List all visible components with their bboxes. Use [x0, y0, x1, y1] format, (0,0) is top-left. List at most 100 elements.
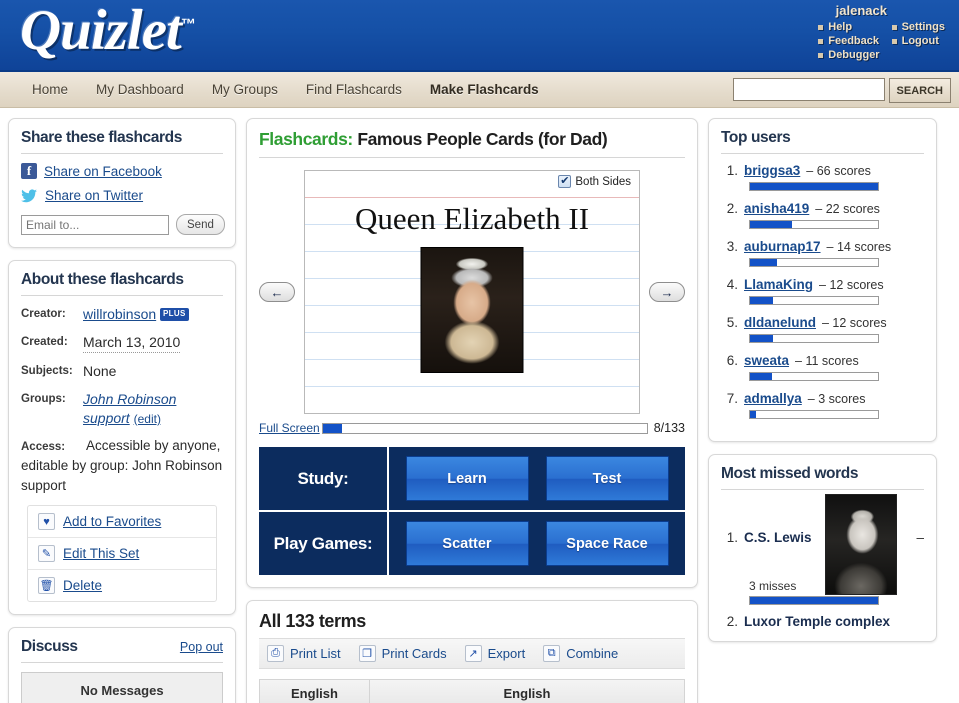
scatter-button[interactable]: Scatter [406, 521, 529, 566]
top-user-line: 1. briggsa3 – 66 scores [721, 163, 924, 178]
full-screen-link[interactable]: Full Screen [259, 421, 320, 435]
both-sides-label: Both Sides [575, 176, 631, 188]
help-label: Help [828, 21, 852, 33]
nav-item-find-flashcards[interactable]: Find Flashcards [292, 82, 416, 97]
set-actions-list: ♥ Add to Favorites ✎ Edit This Set 🗑 Del… [27, 505, 217, 602]
share-facebook-label: Share on Facebook [44, 164, 162, 179]
top-user-name[interactable]: anisha419 [744, 201, 809, 216]
top-user-scores: – 66 scores [806, 164, 871, 178]
flashcard[interactable]: ✔ Both Sides Queen Elizabeth II [304, 170, 640, 414]
nav-item-my-dashboard[interactable]: My Dashboard [82, 82, 198, 97]
pencil-icon: ✎ [38, 545, 55, 562]
top-user-rank: 1. [721, 163, 738, 178]
quizlet-logo[interactable]: Quizlet™ [20, 0, 195, 63]
printer-icon: ⎙ [267, 645, 284, 662]
share-twitter-row[interactable]: Share on Twitter [21, 188, 223, 203]
missed-word-image [825, 494, 897, 595]
user-block: jalenack Help Feedback Debugger Settings… [806, 3, 945, 61]
combine-button[interactable]: ⧉ Combine [543, 645, 618, 662]
test-button[interactable]: Test [546, 456, 669, 501]
trademark-symbol: ™ [181, 16, 195, 33]
feedback-label: Feedback [828, 35, 879, 47]
play-games-label: Play Games: [259, 512, 389, 575]
groups-link[interactable]: John Robinson support [83, 391, 176, 426]
top-user-bar-track [749, 372, 879, 381]
access-row: Access: Accessible by anyone, editable b… [21, 436, 223, 495]
missed-word-line: 1. C.S. Lewis – [721, 499, 924, 575]
send-button[interactable]: Send [176, 214, 225, 235]
missed-item: 1. C.S. Lewis – 3 misses [721, 499, 924, 605]
missed-item: 2. Luxor Temple complex [721, 614, 924, 629]
feedback-link[interactable]: Feedback [818, 35, 879, 47]
top-user-line: 4.LlamaKing– 12 scores [721, 277, 924, 292]
flashcard-viewer: ← ✔ [259, 170, 685, 414]
add-to-favorites-button[interactable]: ♥ Add to Favorites [28, 506, 216, 538]
top-user-item: 1. briggsa3 – 66 scores [721, 163, 924, 191]
logout-label: Logout [902, 35, 939, 47]
top-user-bar-fill [750, 183, 878, 190]
share-facebook-row[interactable]: f Share on Facebook [21, 163, 223, 179]
all-terms-title: All 133 terms [259, 611, 685, 632]
all-terms-panel: All 133 terms ⎙ Print List ❐ Print Cards… [246, 600, 698, 703]
arrow-left-icon[interactable]: ← [259, 282, 295, 302]
terms-col1-header: English [260, 680, 370, 703]
email-input[interactable] [21, 215, 169, 235]
card-margin-line [305, 197, 639, 198]
arrow-right-icon[interactable]: → [649, 282, 685, 302]
creator-link[interactable]: willrobinson [83, 306, 156, 322]
top-user-rank: 2. [721, 201, 738, 216]
print-cards-button[interactable]: ❐ Print Cards [359, 645, 447, 662]
edit-this-set-button[interactable]: ✎ Edit This Set [28, 538, 216, 570]
print-list-button[interactable]: ⎙ Print List [267, 645, 341, 662]
top-user-item: 4.LlamaKing– 12 scores [721, 277, 924, 305]
learn-button[interactable]: Learn [406, 456, 529, 501]
debugger-link[interactable]: Debugger [818, 49, 879, 61]
settings-link[interactable]: Settings [892, 21, 945, 33]
nav-items: Home My Dashboard My Groups Find Flashca… [0, 82, 553, 97]
combine-icon: ⧉ [543, 645, 560, 662]
top-user-name[interactable]: LlamaKing [744, 277, 813, 292]
checkbox-checked-icon: ✔ [558, 175, 571, 188]
missed-word[interactable]: C.S. Lewis [744, 530, 812, 545]
search-input[interactable] [733, 78, 885, 101]
delete-button[interactable]: 🗑 Delete [28, 570, 216, 601]
missed-word[interactable]: Luxor Temple complex [744, 614, 890, 629]
facebook-icon: f [21, 163, 37, 179]
export-label: Export [488, 646, 526, 661]
progress-track[interactable] [322, 423, 648, 434]
top-user-name[interactable]: briggsa3 [744, 163, 800, 178]
top-user-name[interactable]: admallya [744, 391, 802, 406]
main-navbar: Home My Dashboard My Groups Find Flashca… [0, 72, 959, 108]
space-race-button[interactable]: Space Race [546, 521, 669, 566]
help-link[interactable]: Help [818, 21, 879, 33]
flashcard-progress: Full Screen 8/133 [259, 421, 685, 435]
export-icon: ↗ [465, 645, 482, 662]
missed-dash: – [916, 530, 924, 545]
progress-count: 8/133 [654, 421, 685, 435]
top-user-scores: – 12 scores [822, 316, 887, 330]
search-button[interactable]: SEARCH [889, 78, 951, 103]
nav-item-home[interactable]: Home [18, 82, 82, 97]
groups-label: Groups: [21, 390, 83, 428]
top-user-bar-track [749, 296, 879, 305]
export-button[interactable]: ↗ Export [465, 645, 526, 662]
top-user-name[interactable]: auburnap17 [744, 239, 821, 254]
top-user-scores: – 3 scores [808, 392, 866, 406]
top-user-rank: 5. [721, 315, 738, 330]
edit-this-set-label: Edit This Set [63, 546, 139, 561]
nav-item-make-flashcards[interactable]: Make Flashcards [416, 82, 553, 97]
top-user-name[interactable]: sweata [744, 353, 789, 368]
top-user-line: 3.auburnap17– 14 scores [721, 239, 924, 254]
groups-edit-link[interactable]: (edit) [134, 412, 161, 426]
logout-link[interactable]: Logout [892, 35, 945, 47]
terms-col2-header: English [370, 680, 684, 703]
nav-item-my-groups[interactable]: My Groups [198, 82, 292, 97]
both-sides-toggle[interactable]: ✔ Both Sides [558, 175, 631, 188]
play-games-row: Play Games: Scatter Space Race [259, 512, 685, 575]
search-area: SEARCH [733, 78, 951, 103]
top-user-item: 7.admallya– 3 scores [721, 391, 924, 419]
settings-label: Settings [902, 21, 945, 33]
pop-out-link[interactable]: Pop out [180, 640, 223, 654]
top-user-name[interactable]: dldanelund [744, 315, 816, 330]
flashcards-label: Flashcards: [259, 129, 353, 149]
